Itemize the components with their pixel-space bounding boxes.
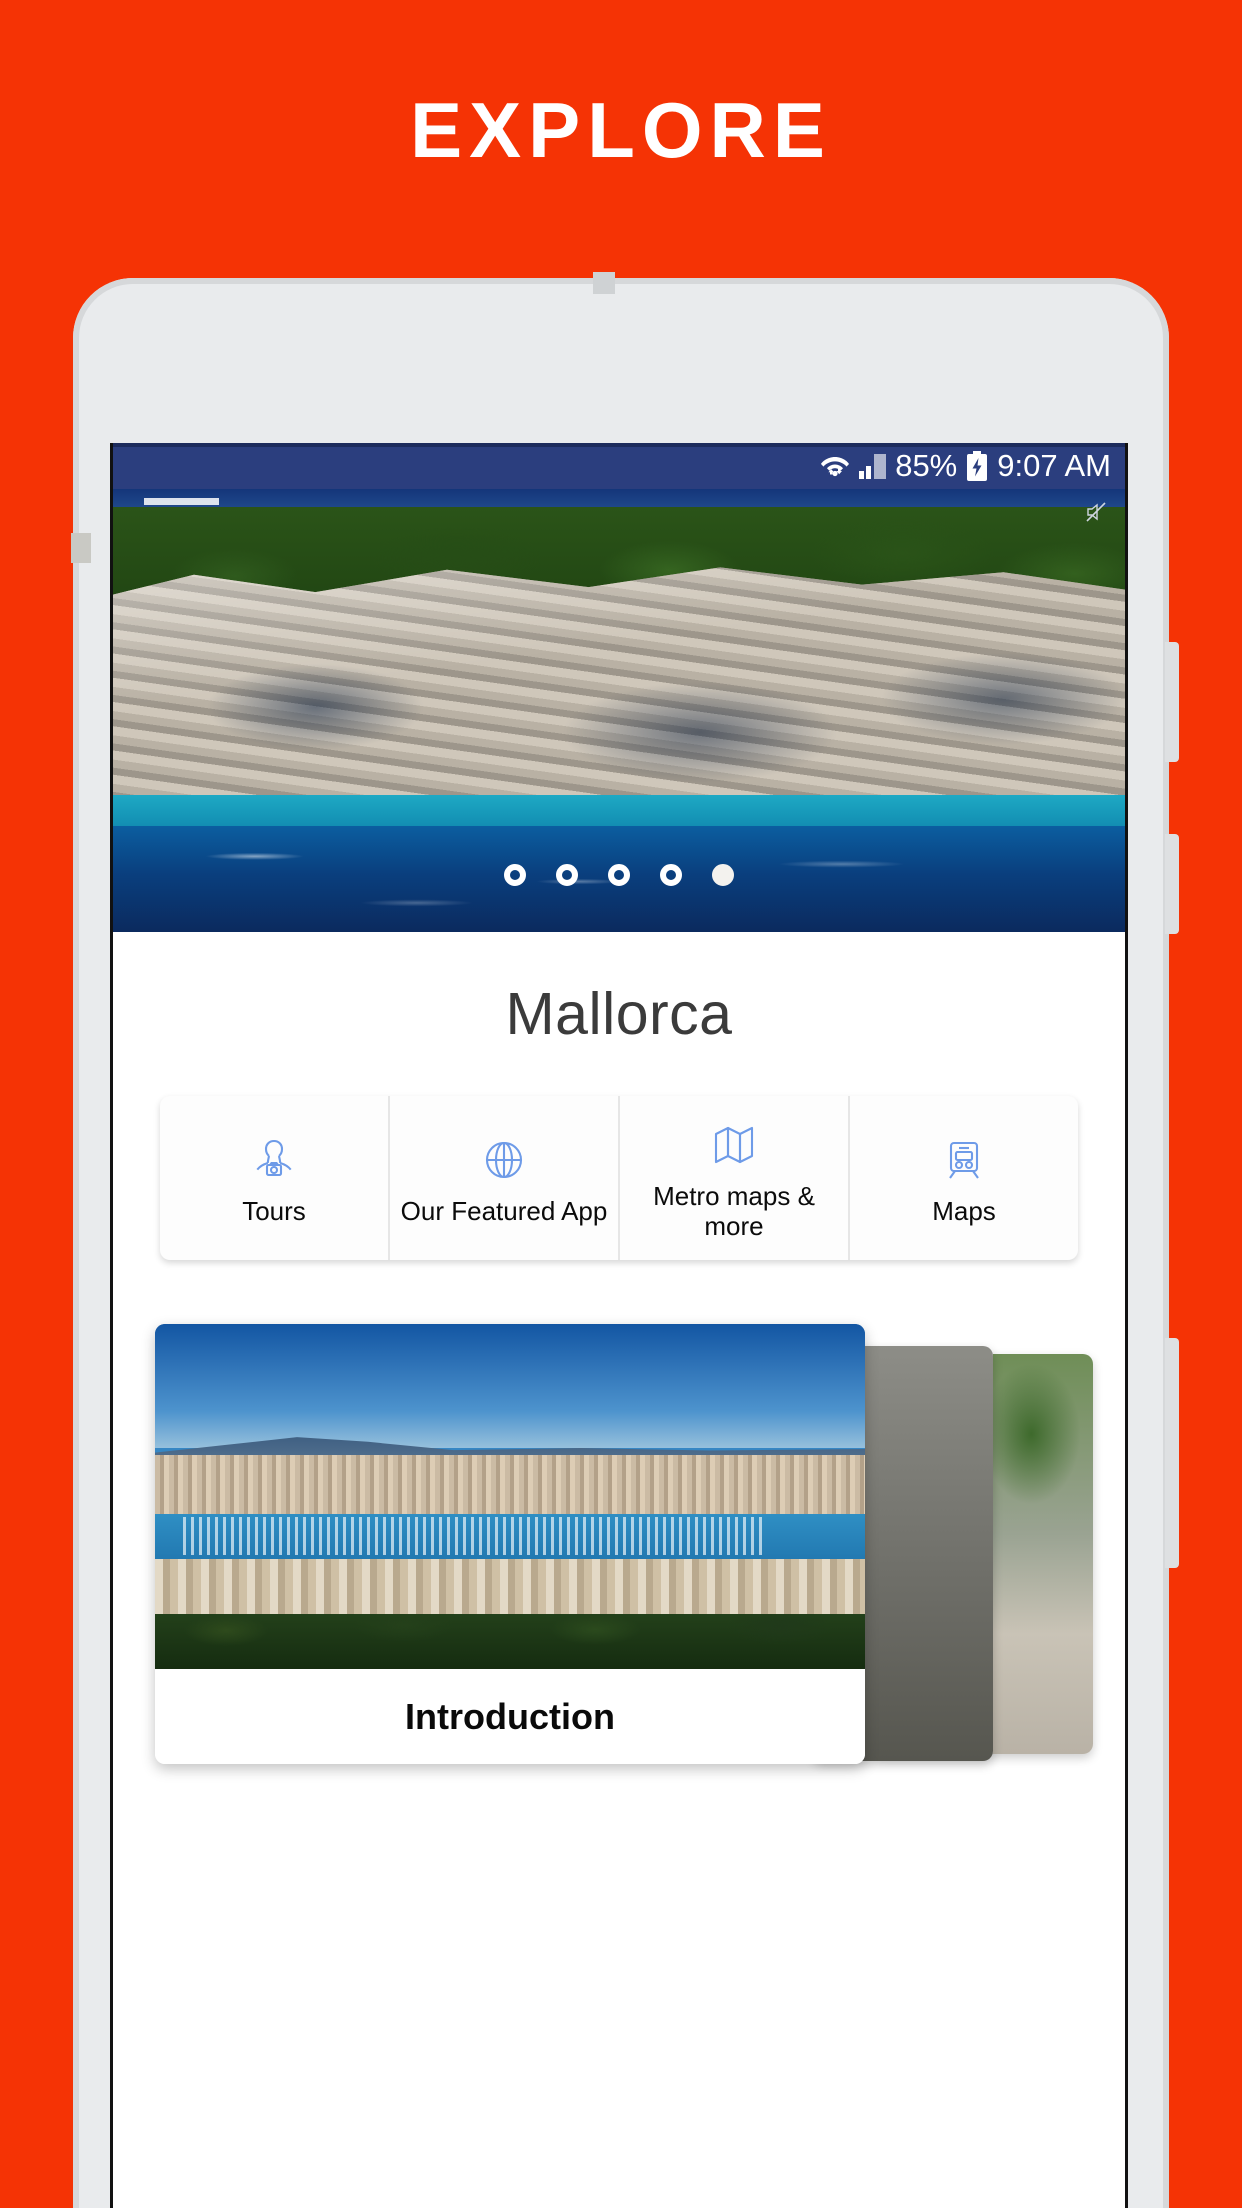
content-card-introduction[interactable]: Introduction — [155, 1324, 865, 1764]
battery-percent-label: 85% — [895, 448, 958, 483]
content-card-carousel[interactable]: Introduction — [113, 1324, 1125, 1804]
quick-action-tours[interactable]: Tours — [160, 1096, 390, 1260]
phone-mockup: 85% 9:07 AM Mallorca Tours Our Featured … — [71, 272, 1179, 2208]
tile-label: Metro maps & more — [653, 1180, 815, 1241]
phone-screen: 85% 9:07 AM Mallorca Tours Our Featured … — [110, 443, 1128, 2208]
battery-charging-icon — [967, 451, 988, 481]
carousel-dots[interactable] — [113, 864, 1125, 886]
carousel-dot[interactable] — [660, 864, 682, 886]
volume-up-button[interactable] — [1165, 642, 1179, 762]
carousel-dot[interactable] — [504, 864, 526, 886]
folded-map-icon — [708, 1116, 760, 1174]
card-title: Introduction — [155, 1669, 865, 1764]
status-bar: 85% 9:07 AM — [113, 443, 1125, 489]
status-bar-icons: 85% 9:07 AM — [820, 449, 1111, 483]
mute-icon[interactable] — [1085, 501, 1107, 523]
page-title: EXPLORE — [410, 86, 832, 174]
carousel-dot-active[interactable] — [712, 864, 734, 886]
carousel-dot[interactable] — [556, 864, 578, 886]
quick-action-maps[interactable]: Maps — [850, 1096, 1078, 1260]
phone-left-edge-mark — [71, 533, 91, 563]
globe-icon — [478, 1131, 530, 1189]
tile-label: Our Featured App — [400, 1195, 608, 1226]
clock-label: 9:07 AM — [997, 448, 1111, 483]
power-button[interactable] — [1165, 1338, 1179, 1568]
quick-action-metro-maps[interactable]: Metro maps & more — [620, 1096, 850, 1260]
tile-label: Maps — [932, 1195, 996, 1226]
wifi-icon — [821, 457, 850, 477]
quick-actions-bar: Tours Our Featured App Metro maps & more… — [160, 1096, 1078, 1260]
train-icon — [938, 1131, 990, 1189]
quick-action-featured-app[interactable]: Our Featured App — [390, 1096, 620, 1260]
cell-signal-icon — [859, 453, 887, 479]
carousel-dot[interactable] — [608, 864, 630, 886]
phone-top-antenna-tab — [593, 272, 615, 294]
tile-label: Tours — [242, 1195, 306, 1226]
tourist-with-camera-icon — [248, 1131, 300, 1189]
destination-title: Mallorca — [505, 981, 733, 1047]
card-image-palma-aerial — [155, 1324, 865, 1669]
hero-progress-bar — [144, 498, 219, 505]
volume-down-button[interactable] — [1165, 834, 1179, 934]
hero-carousel[interactable] — [113, 489, 1125, 932]
